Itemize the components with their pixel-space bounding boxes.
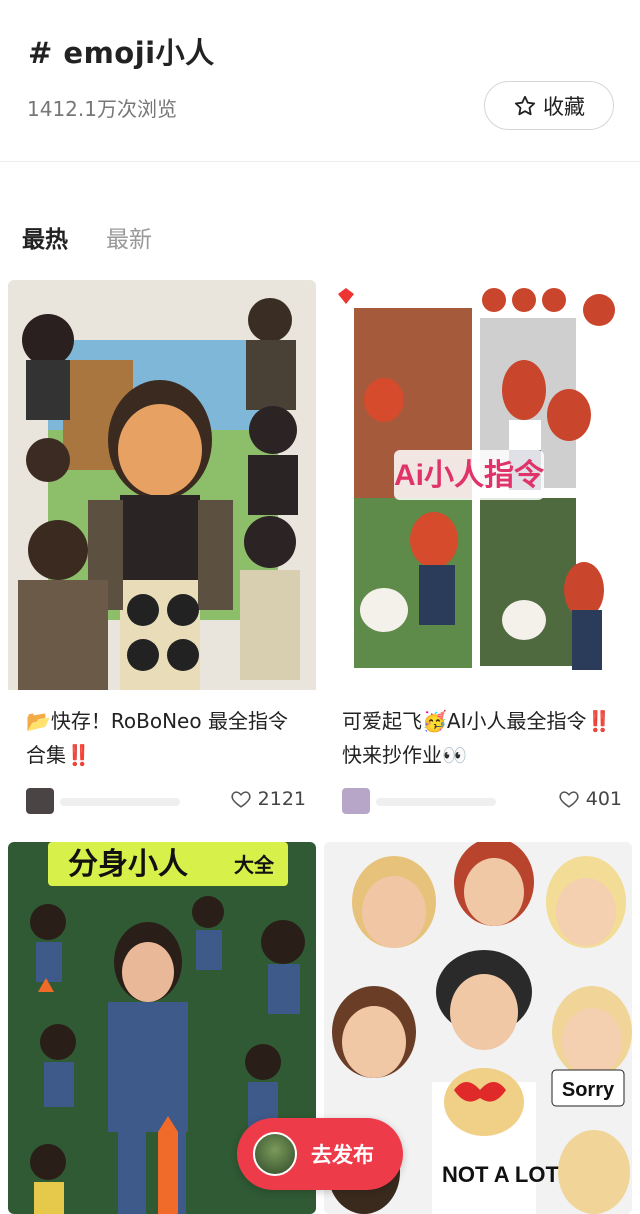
author-name[interactable]: [376, 798, 496, 806]
tab-hottest[interactable]: 最热: [22, 220, 68, 254]
sort-tabs: 最热 最新: [0, 162, 640, 272]
favorite-button[interactable]: 收藏: [484, 81, 614, 130]
cover-text: 分身小人: [68, 848, 188, 881]
cover-subtext: 大全: [234, 853, 275, 877]
publish-button[interactable]: 去发布: [237, 1118, 403, 1190]
publish-thumbnail: [253, 1132, 297, 1176]
post-feed: 📂快存！RoBoNeo 最全指令合集‼️ 2121 Ai小人指令 可爱起飞🥳AI…: [0, 272, 640, 1214]
heart-outline-icon: [559, 791, 579, 808]
heart-outline-icon: [231, 791, 251, 808]
author-avatar[interactable]: [342, 788, 370, 814]
post-cover-image[interactable]: Ai小人指令: [324, 280, 632, 690]
post-meta: 2121: [26, 788, 306, 816]
cover-subtext: Sorry: [562, 1079, 615, 1101]
tab-latest[interactable]: 最新: [106, 220, 152, 254]
topic-header: # emoji小人 1412.1万次浏览 收藏: [0, 0, 640, 162]
like-count: 401: [585, 788, 622, 810]
star-outline-icon: [514, 95, 536, 115]
like-button[interactable]: 401: [558, 788, 622, 810]
post-meta: 401: [342, 788, 622, 816]
post-card[interactable]: Ai小人指令 可爱起飞🥳AI小人最全指令‼️快来抄作业👀 401: [324, 280, 632, 834]
publish-label: 去发布: [311, 1143, 374, 1167]
cover-text: NOT A LOT: [442, 1162, 559, 1187]
post-cover-image[interactable]: [8, 280, 316, 690]
post-card[interactable]: 📂快存！RoBoNeo 最全指令合集‼️ 2121: [8, 280, 316, 834]
author-name[interactable]: [60, 798, 180, 806]
cover-text: Ai小人指令: [394, 458, 545, 492]
like-count: 2121: [257, 788, 306, 810]
view-count: 1412.1万次浏览: [27, 97, 177, 121]
favorite-label: 收藏: [543, 94, 585, 119]
post-title[interactable]: 📂快存！RoBoNeo 最全指令合集‼️: [26, 704, 306, 772]
like-button[interactable]: 2121: [230, 788, 306, 810]
author-avatar[interactable]: [26, 788, 54, 814]
topic-title: # emoji小人: [28, 36, 215, 70]
post-title[interactable]: 可爱起飞🥳AI小人最全指令‼️快来抄作业👀: [342, 704, 622, 772]
